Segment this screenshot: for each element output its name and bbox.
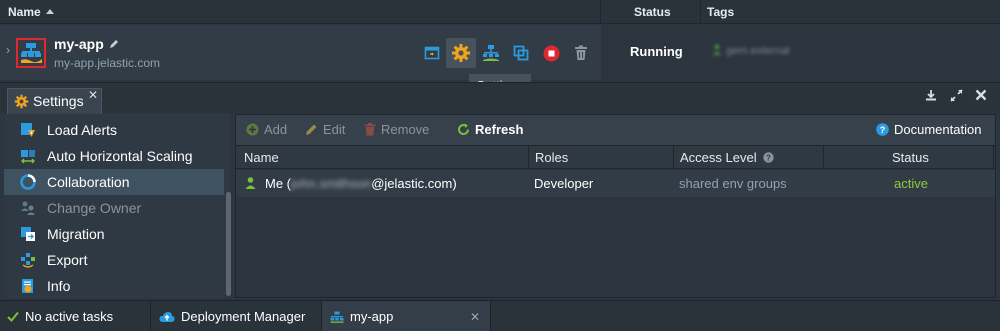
rename-pencil-icon[interactable] (109, 37, 119, 52)
pencil-icon (306, 124, 317, 135)
user-icon (245, 177, 256, 189)
gear-icon (452, 44, 470, 62)
tasks-status[interactable]: No active tasks (7, 301, 113, 331)
column-divider (600, 0, 601, 24)
add-icon (246, 123, 259, 136)
trash-icon (364, 123, 376, 136)
access-level-column-header[interactable]: Access Level ? (680, 150, 774, 165)
environment-icon[interactable] (16, 38, 46, 68)
delete-environment-button[interactable] (566, 38, 596, 68)
settings-tab[interactable]: Settings ✕ (7, 88, 102, 114)
environment-row[interactable]: › my-app my-app.jelastic.com Running gem… (0, 25, 1000, 80)
user-tag-icon (712, 44, 722, 55)
column-divider (993, 146, 994, 169)
environment-name[interactable]: my-app (54, 36, 104, 52)
settings-tab-bar: Settings ✕ (0, 82, 1000, 114)
bottom-divider (321, 301, 322, 331)
scaling-icon (21, 150, 35, 164)
close-settings-tab-icon[interactable]: ✕ (88, 88, 98, 102)
help-icon: ? (876, 123, 889, 136)
collaboration-toolbar: Add Edit Remove Refresh ? Documentation (236, 115, 995, 145)
environment-status: Running (630, 44, 683, 59)
svg-text:?: ? (766, 154, 771, 163)
menu-item-export[interactable]: Export (4, 247, 224, 273)
collaborator-access-level[interactable]: shared env groups (679, 176, 787, 191)
settings-tab-gear-icon (14, 94, 29, 109)
collaborator-name: Me (john.smithson@jelastic.com) (265, 176, 457, 191)
remove-button[interactable]: Remove (364, 122, 429, 137)
column-divider (528, 146, 529, 169)
environment-small-icon (330, 311, 344, 323)
roles-column-header[interactable]: Roles (535, 150, 568, 165)
open-in-browser-icon (424, 46, 440, 60)
change-topology-button[interactable] (476, 38, 506, 68)
open-in-browser-button[interactable] (417, 38, 447, 68)
settings-button[interactable] (446, 38, 476, 68)
clone-environment-button[interactable] (506, 38, 536, 68)
collaborators-grid-header: Name Roles Access Level ? Status (236, 145, 995, 169)
settings-menu: Load Alerts Auto Horizontal Scaling Coll… (4, 114, 231, 299)
download-icon[interactable] (925, 89, 937, 104)
deployment-manager-tab[interactable]: Deployment Manager (159, 301, 305, 331)
name-column-header[interactable]: Name (244, 150, 279, 165)
column-divider (700, 0, 701, 24)
topology-icon (483, 45, 499, 61)
settings-tab-label: Settings (33, 93, 84, 109)
my-app-tab[interactable]: my-app (330, 301, 393, 331)
collaboration-panel: Add Edit Remove Refresh ? Documentation … (235, 114, 996, 298)
expand-arrow-icon[interactable]: › (6, 43, 10, 57)
access-level-help-icon[interactable]: ? (763, 152, 774, 163)
environments-header: Name Status Tags (0, 0, 1000, 24)
info-icon (22, 279, 33, 293)
environment-url[interactable]: my-app.jelastic.com (54, 56, 160, 70)
collaborator-status: active (894, 176, 928, 191)
trash-icon (575, 45, 587, 60)
menu-item-change-owner[interactable]: Change Owner (4, 195, 224, 221)
close-my-app-tab-icon[interactable]: ✕ (470, 301, 480, 331)
bottom-divider (150, 301, 151, 331)
tags-column-header[interactable]: Tags (707, 0, 734, 24)
maximize-icon[interactable] (950, 89, 963, 105)
bottom-task-bar: No active tasks Deployment Manager my-ap… (0, 300, 1000, 331)
add-button[interactable]: Add (246, 122, 287, 137)
checkmark-icon (7, 311, 19, 322)
refresh-icon (458, 123, 470, 136)
column-divider (823, 146, 824, 169)
load-alerts-icon (21, 123, 35, 137)
bottom-divider (490, 301, 491, 331)
status-column-header[interactable]: Status (634, 0, 671, 24)
change-owner-icon (21, 201, 35, 215)
collaborator-role: Developer (534, 176, 594, 191)
cloud-upload-icon (159, 311, 175, 322)
migration-icon (21, 227, 35, 241)
table-row[interactable]: Me (john.smithson@jelastic.com) Develope… (236, 170, 995, 197)
column-divider (673, 146, 674, 169)
menu-item-collaboration[interactable]: Collaboration (4, 169, 224, 195)
svg-text:?: ? (880, 125, 886, 135)
name-column-header[interactable]: Name (8, 0, 54, 24)
menu-scrollbar[interactable] (226, 192, 231, 296)
stop-environment-button[interactable] (536, 38, 566, 68)
collaboration-icon (20, 174, 36, 190)
export-icon (21, 253, 35, 268)
status-column-header[interactable]: Status (892, 150, 929, 165)
stop-icon (543, 45, 559, 61)
edit-button[interactable]: Edit (305, 122, 345, 137)
sort-ascending-icon (45, 9, 54, 14)
menu-item-info[interactable]: Info (4, 273, 224, 299)
menu-item-auto-horizontal-scaling[interactable]: Auto Horizontal Scaling (4, 143, 224, 169)
redacted-email-user: john.smithson (291, 176, 372, 191)
menu-item-load-alerts[interactable]: Load Alerts (4, 117, 224, 143)
environment-tag[interactable]: gem.external (712, 44, 790, 57)
close-panel-icon[interactable] (975, 89, 987, 104)
documentation-link[interactable]: ? Documentation (876, 122, 981, 137)
clone-icon (513, 45, 529, 61)
menu-item-migration[interactable]: Migration (4, 221, 224, 247)
refresh-button[interactable]: Refresh (457, 122, 523, 137)
